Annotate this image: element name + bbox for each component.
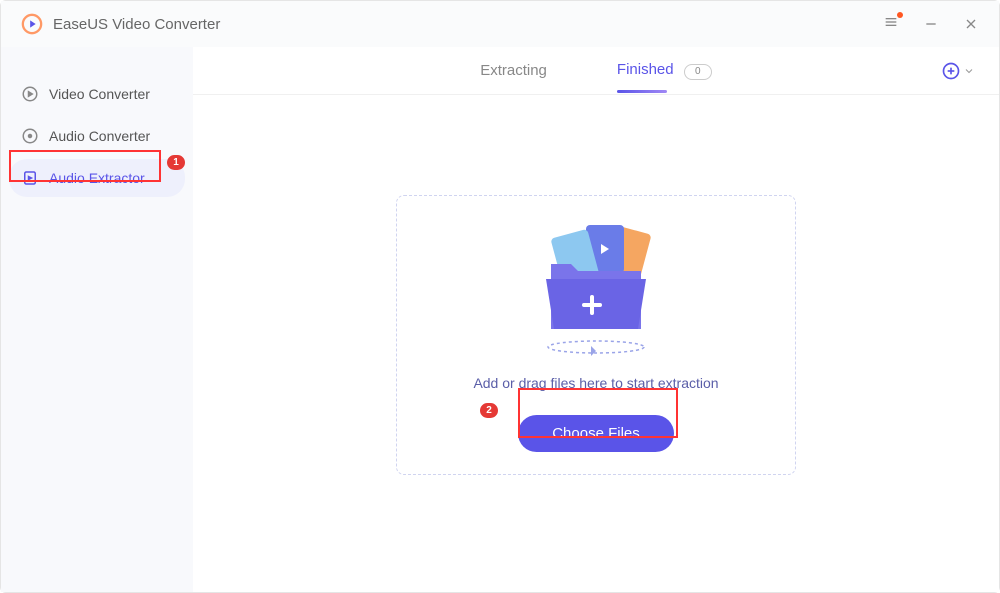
menu-button[interactable]	[883, 14, 899, 35]
tab-extracting[interactable]: Extracting	[480, 50, 547, 91]
window-controls	[883, 14, 979, 35]
sidebar: Video Converter Audio Converter Audio Ex…	[1, 47, 193, 592]
sidebar-item-video-converter[interactable]: Video Converter	[9, 75, 185, 113]
title-bar: EaseUS Video Converter	[1, 1, 999, 47]
main-content: Extracting Finished 0	[193, 47, 999, 592]
tabs-bar: Extracting Finished 0	[193, 47, 999, 95]
sidebar-item-label: Audio Extractor	[49, 170, 145, 186]
minimize-icon[interactable]	[923, 16, 939, 32]
app-logo-icon	[21, 13, 43, 35]
folder-illustration	[516, 219, 676, 359]
add-button[interactable]	[941, 61, 975, 81]
sidebar-item-audio-extractor[interactable]: Audio Extractor	[9, 159, 185, 197]
dropzone[interactable]: Add or drag files here to start extracti…	[396, 195, 796, 475]
chevron-down-icon	[963, 65, 975, 77]
tab-label: Finished	[617, 61, 674, 78]
audio-converter-icon	[21, 127, 39, 145]
tab-count-badge: 0	[684, 64, 712, 80]
tab-finished[interactable]: Finished 0	[617, 49, 712, 92]
tab-label: Extracting	[480, 62, 547, 79]
body-area: Video Converter Audio Converter Audio Ex…	[1, 47, 999, 592]
plus-circle-icon	[941, 61, 961, 81]
choose-files-button[interactable]: Choose Files	[518, 415, 674, 452]
app-title: EaseUS Video Converter	[53, 16, 220, 33]
notification-dot	[897, 12, 903, 18]
sidebar-item-audio-converter[interactable]: Audio Converter	[9, 117, 185, 155]
title-left: EaseUS Video Converter	[21, 13, 220, 35]
sidebar-item-label: Video Converter	[49, 86, 150, 102]
tabs-center: Extracting Finished 0	[480, 49, 712, 92]
audio-extractor-icon	[21, 169, 39, 187]
app-window: EaseUS Video Converter Video Co	[0, 0, 1000, 593]
tab-underline	[617, 90, 667, 93]
close-icon[interactable]	[963, 16, 979, 32]
video-converter-icon	[21, 85, 39, 103]
sidebar-item-label: Audio Converter	[49, 128, 150, 144]
dropzone-text: Add or drag files here to start extracti…	[473, 375, 718, 391]
